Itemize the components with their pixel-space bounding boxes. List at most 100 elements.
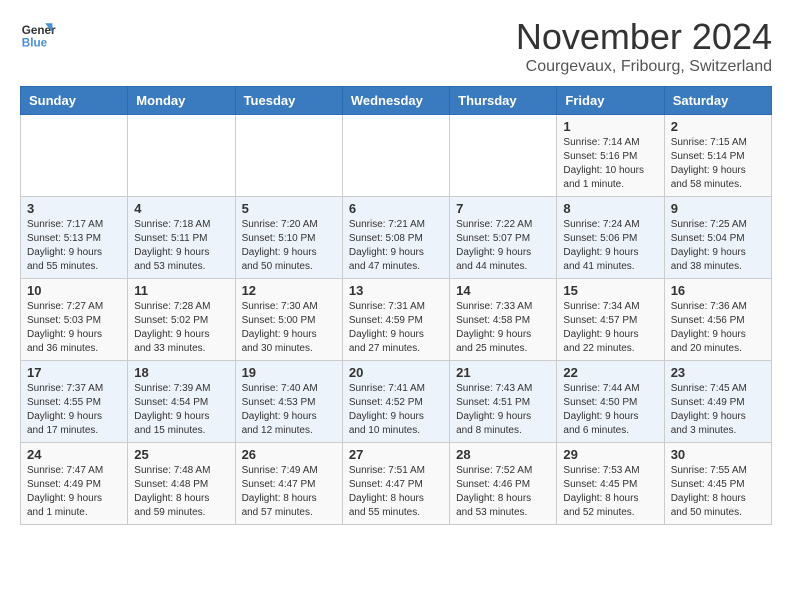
calendar-cell: 28Sunrise: 7:52 AM Sunset: 4:46 PM Dayli… (450, 443, 557, 525)
day-number: 10 (27, 283, 121, 298)
calendar-cell: 25 Sunrise: 7:48 AM Sunset: 4:48 PM Dayli… (128, 443, 235, 525)
calendar-table: SundayMondayTuesdayWednesdayThursdayFrid… (20, 86, 772, 525)
calendar-body: 1 Sunrise: 7:14 AM Sunset: 5:16 PM Daylig… (21, 115, 772, 525)
day-info: Sunrise: 7:28 AM Sunset: 5:02 PM Dayligh… (134, 300, 228, 356)
day-number: 16 (671, 283, 765, 298)
day-info: Sunrise: 7:20 AM Sunset: 5:10 PM Dayligh… (242, 218, 336, 274)
weekday-header: Saturday (664, 87, 771, 115)
calendar-cell: 4 Sunrise: 7:18 AM Sunset: 5:11 PM Daylig… (128, 197, 235, 279)
calendar-cell: 30 Sunrise: 7:55 AM Sunset: 4:45 PM Dayli… (664, 443, 771, 525)
day-info: Sunrise: 7:14 AM Sunset: 5:16 PM Dayligh… (563, 136, 657, 192)
calendar-cell: 12 Sunrise: 7:30 AM Sunset: 5:00 PM Dayli… (235, 279, 342, 361)
calendar-cell (235, 115, 342, 197)
calendar-cell: 15Sunrise: 7:34 AM Sunset: 4:57 PM Dayli… (557, 279, 664, 361)
day-info: Sunrise: 7:33 AM Sunset: 4:58 PM Dayligh… (456, 300, 550, 356)
day-number: 2 (671, 119, 765, 134)
header: General Blue November 2024 Courgevaux, F… (20, 16, 772, 76)
day-info: Sunrise: 7:44 AM Sunset: 4:50 PM Dayligh… (563, 382, 657, 438)
day-info: Sunrise: 7:39 AM Sunset: 4:54 PM Dayligh… (134, 382, 228, 438)
day-number: 27 (349, 447, 443, 462)
calendar-cell: 14 Sunrise: 7:33 AM Sunset: 4:58 PM Dayli… (450, 279, 557, 361)
day-number: 17 (27, 365, 121, 380)
day-info: Sunrise: 7:51 AM Sunset: 4:47 PM Dayligh… (349, 464, 443, 520)
day-info: Sunrise: 7:34 AM Sunset: 4:57 PM Dayligh… (563, 300, 657, 356)
day-info: Sunrise: 7:18 AM Sunset: 5:11 PM Dayligh… (134, 218, 228, 274)
month-title: November 2024 (516, 16, 772, 58)
calendar-week-row: 3 Sunrise: 7:17 AM Sunset: 5:13 PM Daylig… (21, 197, 772, 279)
day-info: Sunrise: 7:25 AM Sunset: 5:04 PM Dayligh… (671, 218, 765, 274)
day-info: Sunrise: 7:37 AM Sunset: 4:55 PM Dayligh… (27, 382, 121, 438)
day-info: Sunrise: 7:31 AM Sunset: 4:59 PM Dayligh… (349, 300, 443, 356)
logo-icon: General Blue (20, 16, 56, 52)
calendar-cell: 6 Sunrise: 7:21 AM Sunset: 5:08 PM Daylig… (342, 197, 449, 279)
calendar-cell: 19 Sunrise: 7:40 AM Sunset: 4:53 PM Dayli… (235, 361, 342, 443)
calendar-cell: 22 Sunrise: 7:44 AM Sunset: 4:50 PM Dayli… (557, 361, 664, 443)
day-info: Sunrise: 7:40 AM Sunset: 4:53 PM Dayligh… (242, 382, 336, 438)
day-number: 28 (456, 447, 550, 462)
calendar-cell: 8 Sunrise: 7:24 AM Sunset: 5:06 PM Daylig… (557, 197, 664, 279)
day-number: 18 (134, 365, 228, 380)
header-row: SundayMondayTuesdayWednesdayThursdayFrid… (21, 87, 772, 115)
weekday-header: Thursday (450, 87, 557, 115)
day-number: 14 (456, 283, 550, 298)
day-number: 5 (242, 201, 336, 216)
calendar-week-row: 1 Sunrise: 7:14 AM Sunset: 5:16 PM Daylig… (21, 115, 772, 197)
day-info: Sunrise: 7:27 AM Sunset: 5:03 PM Dayligh… (27, 300, 121, 356)
day-number: 26 (242, 447, 336, 462)
day-info: Sunrise: 7:17 AM Sunset: 5:13 PM Dayligh… (27, 218, 121, 274)
day-number: 6 (349, 201, 443, 216)
day-number: 20 (349, 365, 443, 380)
calendar-cell: 21 Sunrise: 7:43 AM Sunset: 4:51 PM Dayli… (450, 361, 557, 443)
calendar-cell: 16Sunrise: 7:36 AM Sunset: 4:56 PM Dayli… (664, 279, 771, 361)
day-number: 12 (242, 283, 336, 298)
calendar-cell: 9 Sunrise: 7:25 AM Sunset: 5:04 PM Daylig… (664, 197, 771, 279)
day-number: 3 (27, 201, 121, 216)
calendar-cell: 18 Sunrise: 7:39 AM Sunset: 4:54 PM Dayli… (128, 361, 235, 443)
calendar-cell: 5 Sunrise: 7:20 AM Sunset: 5:10 PM Daylig… (235, 197, 342, 279)
day-number: 29 (563, 447, 657, 462)
day-number: 23 (671, 365, 765, 380)
location: Courgevaux, Fribourg, Switzerland (516, 58, 772, 76)
calendar-cell: 20 Sunrise: 7:41 AM Sunset: 4:52 PM Dayli… (342, 361, 449, 443)
day-number: 25 (134, 447, 228, 462)
title-area: November 2024 Courgevaux, Fribourg, Swit… (516, 16, 772, 76)
day-number: 21 (456, 365, 550, 380)
day-number: 19 (242, 365, 336, 380)
calendar-cell: 11 Sunrise: 7:28 AM Sunset: 5:02 PM Dayli… (128, 279, 235, 361)
day-info: Sunrise: 7:22 AM Sunset: 5:07 PM Dayligh… (456, 218, 550, 274)
calendar-header: SundayMondayTuesdayWednesdayThursdayFrid… (21, 87, 772, 115)
calendar-cell: 29Sunrise: 7:53 AM Sunset: 4:45 PM Dayli… (557, 443, 664, 525)
calendar-cell: 27 Sunrise: 7:51 AM Sunset: 4:47 PM Dayli… (342, 443, 449, 525)
calendar-cell: 17 Sunrise: 7:37 AM Sunset: 4:55 PM Dayli… (21, 361, 128, 443)
weekday-header: Monday (128, 87, 235, 115)
day-number: 9 (671, 201, 765, 216)
day-info: Sunrise: 7:49 AM Sunset: 4:47 PM Dayligh… (242, 464, 336, 520)
day-number: 8 (563, 201, 657, 216)
weekday-header: Wednesday (342, 87, 449, 115)
day-number: 11 (134, 283, 228, 298)
calendar-week-row: 17 Sunrise: 7:37 AM Sunset: 4:55 PM Dayli… (21, 361, 772, 443)
calendar-cell: 23Sunrise: 7:45 AM Sunset: 4:49 PM Dayli… (664, 361, 771, 443)
day-info: Sunrise: 7:24 AM Sunset: 5:06 PM Dayligh… (563, 218, 657, 274)
weekday-header: Tuesday (235, 87, 342, 115)
calendar-week-row: 24Sunrise: 7:47 AM Sunset: 4:49 PM Dayli… (21, 443, 772, 525)
day-info: Sunrise: 7:43 AM Sunset: 4:51 PM Dayligh… (456, 382, 550, 438)
day-info: Sunrise: 7:48 AM Sunset: 4:48 PM Dayligh… (134, 464, 228, 520)
day-number: 22 (563, 365, 657, 380)
calendar-cell: 24Sunrise: 7:47 AM Sunset: 4:49 PM Dayli… (21, 443, 128, 525)
day-info: Sunrise: 7:21 AM Sunset: 5:08 PM Dayligh… (349, 218, 443, 274)
calendar-cell: 26 Sunrise: 7:49 AM Sunset: 4:47 PM Dayli… (235, 443, 342, 525)
calendar-week-row: 10 Sunrise: 7:27 AM Sunset: 5:03 PM Dayli… (21, 279, 772, 361)
calendar-cell: 2Sunrise: 7:15 AM Sunset: 5:14 PM Daylig… (664, 115, 771, 197)
calendar-cell: 13Sunrise: 7:31 AM Sunset: 4:59 PM Dayli… (342, 279, 449, 361)
calendar-cell: 3 Sunrise: 7:17 AM Sunset: 5:13 PM Daylig… (21, 197, 128, 279)
day-number: 1 (563, 119, 657, 134)
calendar-cell: 1 Sunrise: 7:14 AM Sunset: 5:16 PM Daylig… (557, 115, 664, 197)
day-number: 30 (671, 447, 765, 462)
day-info: Sunrise: 7:55 AM Sunset: 4:45 PM Dayligh… (671, 464, 765, 520)
day-number: 4 (134, 201, 228, 216)
day-info: Sunrise: 7:30 AM Sunset: 5:00 PM Dayligh… (242, 300, 336, 356)
day-number: 24 (27, 447, 121, 462)
day-info: Sunrise: 7:41 AM Sunset: 4:52 PM Dayligh… (349, 382, 443, 438)
svg-text:Blue: Blue (22, 37, 48, 50)
